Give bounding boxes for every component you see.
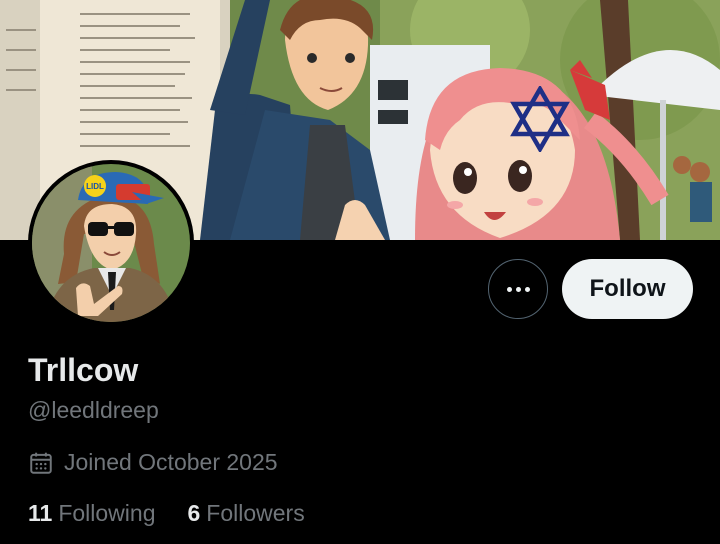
follow-button[interactable]: Follow: [562, 259, 693, 319]
username-handle: @leedldreep: [28, 397, 159, 423]
joined-label: Joined October 2025: [64, 449, 278, 475]
following-count: 11: [28, 500, 53, 526]
more-horizontal-icon: [506, 286, 512, 292]
display-name: Trllcow: [28, 352, 139, 388]
following-label: Following: [58, 500, 156, 526]
more-horizontal-icon-dot: [515, 286, 521, 292]
following-link[interactable]: 11 Following: [28, 500, 155, 527]
more-options-button[interactable]: [488, 259, 548, 319]
followers-count: 6: [187, 500, 201, 526]
more-horizontal-icon-dot: [524, 286, 530, 292]
star-of-david-icon: [510, 86, 570, 152]
followers-label: Followers: [206, 500, 305, 526]
followers-link[interactable]: 6 Followers: [187, 500, 304, 527]
joined-date: Joined October 2025: [28, 449, 278, 476]
follow-counts: 11 Following 6 Followers: [28, 500, 305, 527]
cap-logo: LIDL: [86, 182, 104, 191]
avatar[interactable]: LIDL: [28, 160, 194, 326]
calendar-icon: [30, 452, 52, 474]
